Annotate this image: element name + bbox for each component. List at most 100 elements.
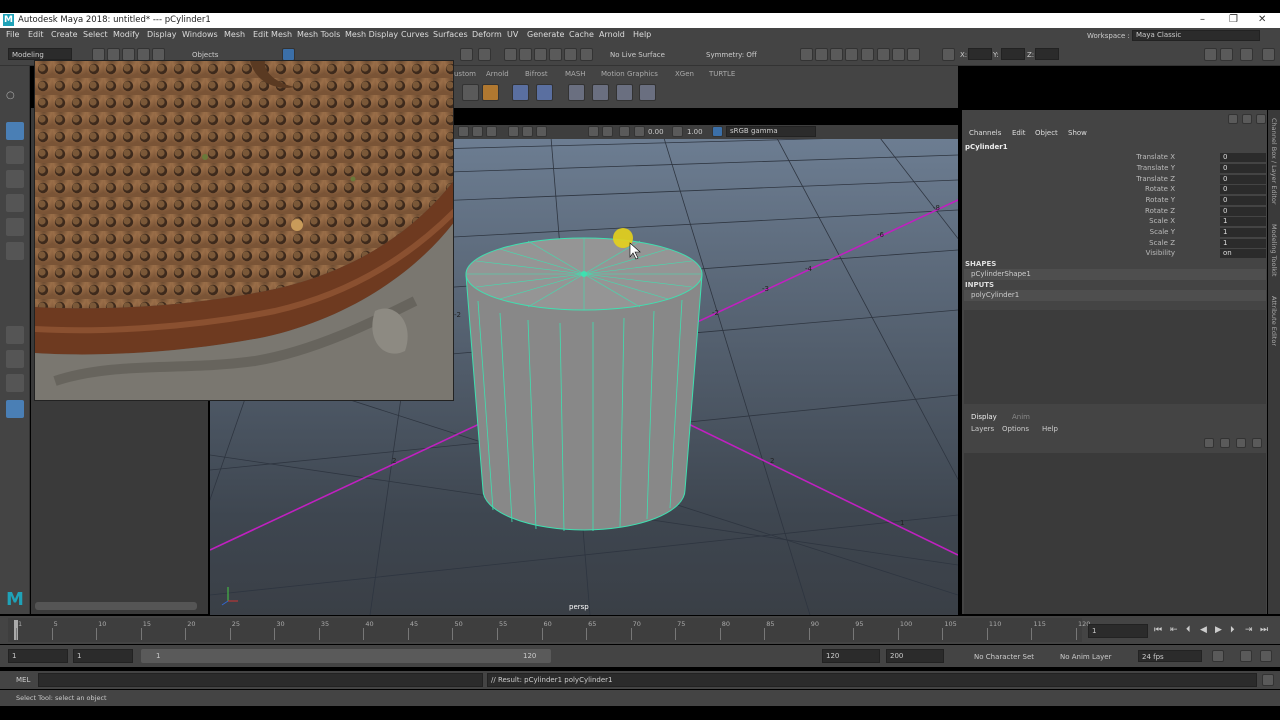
highlight-selection-icon[interactable]: [478, 48, 491, 61]
lighting-icon[interactable]: [536, 126, 547, 137]
attr-rotate-z-value[interactable]: 0: [1220, 207, 1266, 216]
color-management-icon[interactable]: [712, 126, 723, 137]
shape-row[interactable]: pCylinderShape1: [964, 269, 1266, 280]
menu-cache[interactable]: Cache: [569, 30, 594, 39]
live-surface-label[interactable]: No Live Surface: [610, 51, 665, 59]
pause-icon[interactable]: [907, 48, 920, 61]
attr-scale-x-label[interactable]: Scale X: [1149, 217, 1175, 225]
z-field[interactable]: [1035, 48, 1059, 60]
arnold-ipr-icon[interactable]: [892, 48, 905, 61]
shelf-tab-xgen[interactable]: XGen: [675, 70, 694, 78]
snap-surface-icon[interactable]: [564, 48, 577, 61]
layer-menu-options[interactable]: Options: [1002, 425, 1029, 433]
shelf-shader-icon[interactable]: [568, 84, 585, 101]
menu-edit-mesh[interactable]: Edit Mesh: [253, 30, 292, 39]
animation-prefs-icon[interactable]: [1260, 650, 1272, 662]
wireframe-icon[interactable]: [472, 126, 483, 137]
symmetry-label[interactable]: Symmetry: Off: [706, 51, 757, 59]
channel-box-menu-edit[interactable]: Edit: [1012, 129, 1026, 137]
time-slider[interactable]: 1 5 10 15 20 25 30 35 40 45 50 55 60 65 70 75 80 85 90 95 10…: [0, 616, 1280, 644]
attr-visibility-label[interactable]: Visibility: [1146, 249, 1175, 257]
shelf-tab-custom[interactable]: ustom: [454, 70, 476, 78]
ipr-render-icon[interactable]: [830, 48, 843, 61]
side-tab-channel-box[interactable]: Channel Box / Layer Editor: [1270, 118, 1278, 205]
channel-box-settings-icon[interactable]: [1242, 114, 1252, 124]
script-editor-icon[interactable]: [1262, 674, 1274, 686]
attr-rotate-y-label[interactable]: Rotate Y: [1146, 196, 1175, 204]
side-tab-modeling-toolkit[interactable]: Modeling Toolkit: [1270, 224, 1278, 276]
menu-modify[interactable]: Modify: [113, 30, 140, 39]
lock-selection-icon[interactable]: [460, 48, 473, 61]
layer-menu-layers[interactable]: Layers: [971, 425, 994, 433]
move-tool-icon[interactable]: [6, 194, 24, 212]
channel-box-menu-channels[interactable]: Channels: [969, 129, 1001, 137]
menu-surfaces[interactable]: Surfaces: [433, 30, 468, 39]
menu-help[interactable]: Help: [633, 30, 651, 39]
scale-tool-icon[interactable]: [6, 242, 24, 260]
shelf-paint-icon[interactable]: [639, 84, 656, 101]
new-layer-selected-icon[interactable]: [1252, 438, 1262, 448]
grid-toggle-icon[interactable]: [588, 126, 599, 137]
side-tab-attribute-editor[interactable]: Attribute Editor: [1270, 296, 1278, 346]
attr-translate-x-label[interactable]: Translate X: [1136, 153, 1175, 161]
input-row[interactable]: polyCylinder1: [964, 290, 1266, 301]
shelf-group-icon[interactable]: [536, 84, 553, 101]
attribute-editor-icon[interactable]: [1220, 48, 1233, 61]
channel-box-icon[interactable]: [1262, 48, 1275, 61]
attr-translate-x-value[interactable]: 0: [1220, 153, 1266, 162]
end-time-field[interactable]: 200: [886, 649, 944, 663]
shelf-render-icon[interactable]: [482, 84, 499, 101]
play-backward-icon[interactable]: ◀: [1200, 625, 1207, 635]
menu-deform[interactable]: Deform: [472, 30, 502, 39]
render-current-icon[interactable]: [815, 48, 828, 61]
shelf-bake-icon[interactable]: [616, 84, 633, 101]
current-frame-field[interactable]: 1: [1088, 624, 1148, 638]
attr-translate-y-value[interactable]: 0: [1220, 164, 1266, 173]
go-to-end-icon[interactable]: ⏭: [1260, 625, 1268, 635]
hypershade-icon[interactable]: [861, 48, 874, 61]
two-view-icon[interactable]: [6, 374, 24, 392]
command-input[interactable]: [38, 673, 483, 687]
shelf-light-icon[interactable]: [462, 84, 479, 101]
lasso-tool-icon[interactable]: [6, 146, 24, 164]
snap-grid-icon[interactable]: [504, 48, 517, 61]
channel-box-menu-show[interactable]: Show: [1068, 129, 1087, 137]
new-layer-icon[interactable]: [1236, 438, 1246, 448]
layer-tab-display[interactable]: Display: [971, 413, 997, 421]
snap-live-icon[interactable]: [580, 48, 593, 61]
menu-select[interactable]: Select: [83, 30, 108, 39]
exposure-value[interactable]: 0.00: [648, 128, 664, 136]
paint-select-tool-icon[interactable]: [6, 170, 24, 188]
outliner-view-icon[interactable]: [6, 400, 24, 418]
gamma-value[interactable]: 1.00: [687, 128, 703, 136]
snap-point-icon[interactable]: [534, 48, 547, 61]
shelf-tab-turtle[interactable]: TURTLE: [709, 70, 735, 78]
exposure-icon[interactable]: [634, 126, 645, 137]
selected-object-name[interactable]: pCylinder1: [965, 143, 1008, 151]
channel-box-menu-object[interactable]: Object: [1035, 129, 1058, 137]
attr-rotate-x-value[interactable]: 0: [1220, 185, 1266, 194]
snap-curve-icon[interactable]: [519, 48, 532, 61]
textured-icon[interactable]: [522, 126, 533, 137]
playback-start-field[interactable]: 1: [73, 649, 133, 663]
single-view-icon[interactable]: [6, 326, 24, 344]
y-field[interactable]: [1001, 48, 1025, 60]
channel-box-pin-icon[interactable]: [1228, 114, 1238, 124]
isolate-select-icon[interactable]: [458, 126, 469, 137]
shelf-camera-icon[interactable]: [512, 84, 529, 101]
layer-move-down-icon[interactable]: [1220, 438, 1230, 448]
resolution-gate-icon[interactable]: [602, 126, 613, 137]
maximize-button[interactable]: ❐: [1229, 14, 1238, 25]
snap-view-icon[interactable]: [549, 48, 562, 61]
four-view-icon[interactable]: [6, 350, 24, 368]
attr-rotate-y-value[interactable]: 0: [1220, 196, 1266, 205]
x-field[interactable]: [968, 48, 992, 60]
menu-windows[interactable]: Windows: [182, 30, 218, 39]
attr-scale-y-value[interactable]: 1: [1220, 228, 1266, 237]
play-forward-icon[interactable]: ▶: [1215, 625, 1222, 635]
objects-label[interactable]: Objects: [192, 51, 218, 59]
layer-move-up-icon[interactable]: [1204, 438, 1214, 448]
minimize-button[interactable]: –: [1200, 14, 1205, 25]
auto-key-icon[interactable]: [1240, 650, 1252, 662]
go-to-start-icon[interactable]: ⏮: [1154, 625, 1162, 635]
